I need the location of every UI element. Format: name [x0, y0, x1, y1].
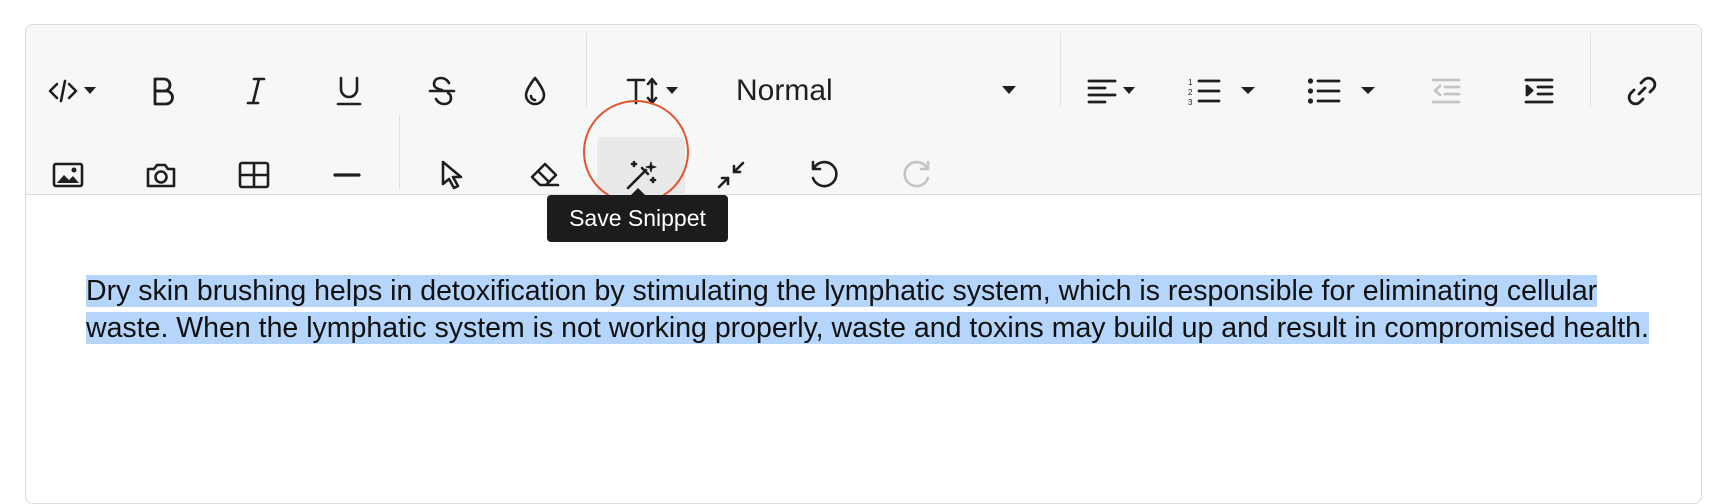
insert-image-button[interactable]: [38, 145, 98, 205]
indent-icon: [1524, 77, 1554, 105]
heading-select-value: Normal: [736, 74, 833, 107]
toolbar-separator: [1060, 33, 1061, 107]
redo-button[interactable]: [887, 145, 947, 205]
text-height-icon: [626, 76, 660, 106]
ordered-list-icon: 123: [1187, 76, 1221, 106]
chevron-down-icon: [1361, 87, 1375, 95]
chevron-down-icon: [84, 87, 96, 95]
unordered-list-icon: [1307, 77, 1341, 105]
toolbar-separator: [1590, 33, 1591, 107]
rich-text-editor: Normal 123 Dry skin brushing helps in de…: [25, 24, 1702, 504]
strikethrough-button[interactable]: [412, 61, 472, 121]
pointer-icon: [438, 159, 466, 191]
compress-icon: [716, 160, 746, 190]
camera-button[interactable]: [131, 145, 191, 205]
align-left-icon: [1087, 77, 1117, 105]
tooltip: Save Snippet: [547, 188, 728, 242]
horizontal-rule-button[interactable]: [317, 145, 377, 205]
svg-text:3: 3: [1188, 98, 1193, 106]
chevron-down-icon: [1241, 87, 1255, 95]
editor-content[interactable]: Dry skin brushing helps in detoxificatio…: [86, 273, 1686, 347]
italic-button[interactable]: [226, 61, 286, 121]
text-color-button[interactable]: [505, 61, 565, 121]
heading-select[interactable]: Normal: [712, 61, 1032, 121]
table-icon: [238, 161, 270, 189]
link-icon: [1626, 75, 1658, 107]
image-icon: [52, 162, 84, 188]
chevron-down-icon: [1002, 82, 1016, 100]
chevron-down-icon: [1123, 87, 1135, 95]
redo-icon: [901, 159, 933, 191]
align-button[interactable]: [1076, 61, 1146, 121]
select-button[interactable]: [422, 145, 482, 205]
font-size-button[interactable]: [612, 61, 692, 121]
undo-icon: [808, 159, 840, 191]
outdent-icon: [1431, 77, 1461, 105]
toolbar-separator: [399, 115, 400, 189]
insert-table-button[interactable]: [224, 145, 284, 205]
underline-icon: [335, 75, 363, 107]
eraser-icon: [529, 161, 561, 189]
undo-button[interactable]: [794, 145, 854, 205]
code-icon: [48, 78, 78, 104]
chevron-down-icon: [666, 87, 678, 95]
selected-text: Dry skin brushing helps in detoxificatio…: [86, 275, 1649, 344]
italic-icon: [244, 76, 268, 106]
editor-toolbar: Normal 123: [26, 25, 1701, 213]
svg-text:2: 2: [1188, 88, 1193, 97]
svg-text:1: 1: [1188, 78, 1193, 87]
code-view-button[interactable]: [40, 61, 104, 121]
indent-button[interactable]: [1509, 61, 1569, 121]
unordered-list-button[interactable]: [1296, 61, 1386, 121]
toolbar-separator: [586, 33, 587, 107]
outdent-button[interactable]: [1416, 61, 1476, 121]
ordered-list-button[interactable]: 123: [1176, 61, 1266, 121]
camera-icon: [145, 161, 177, 189]
underline-button[interactable]: [319, 61, 379, 121]
link-button[interactable]: [1612, 61, 1672, 121]
bold-icon: [151, 76, 175, 106]
minus-icon: [333, 172, 361, 178]
bold-button[interactable]: [133, 61, 193, 121]
magic-wand-icon: [624, 158, 658, 192]
droplet-icon: [522, 75, 548, 107]
strikethrough-icon: [427, 75, 457, 107]
